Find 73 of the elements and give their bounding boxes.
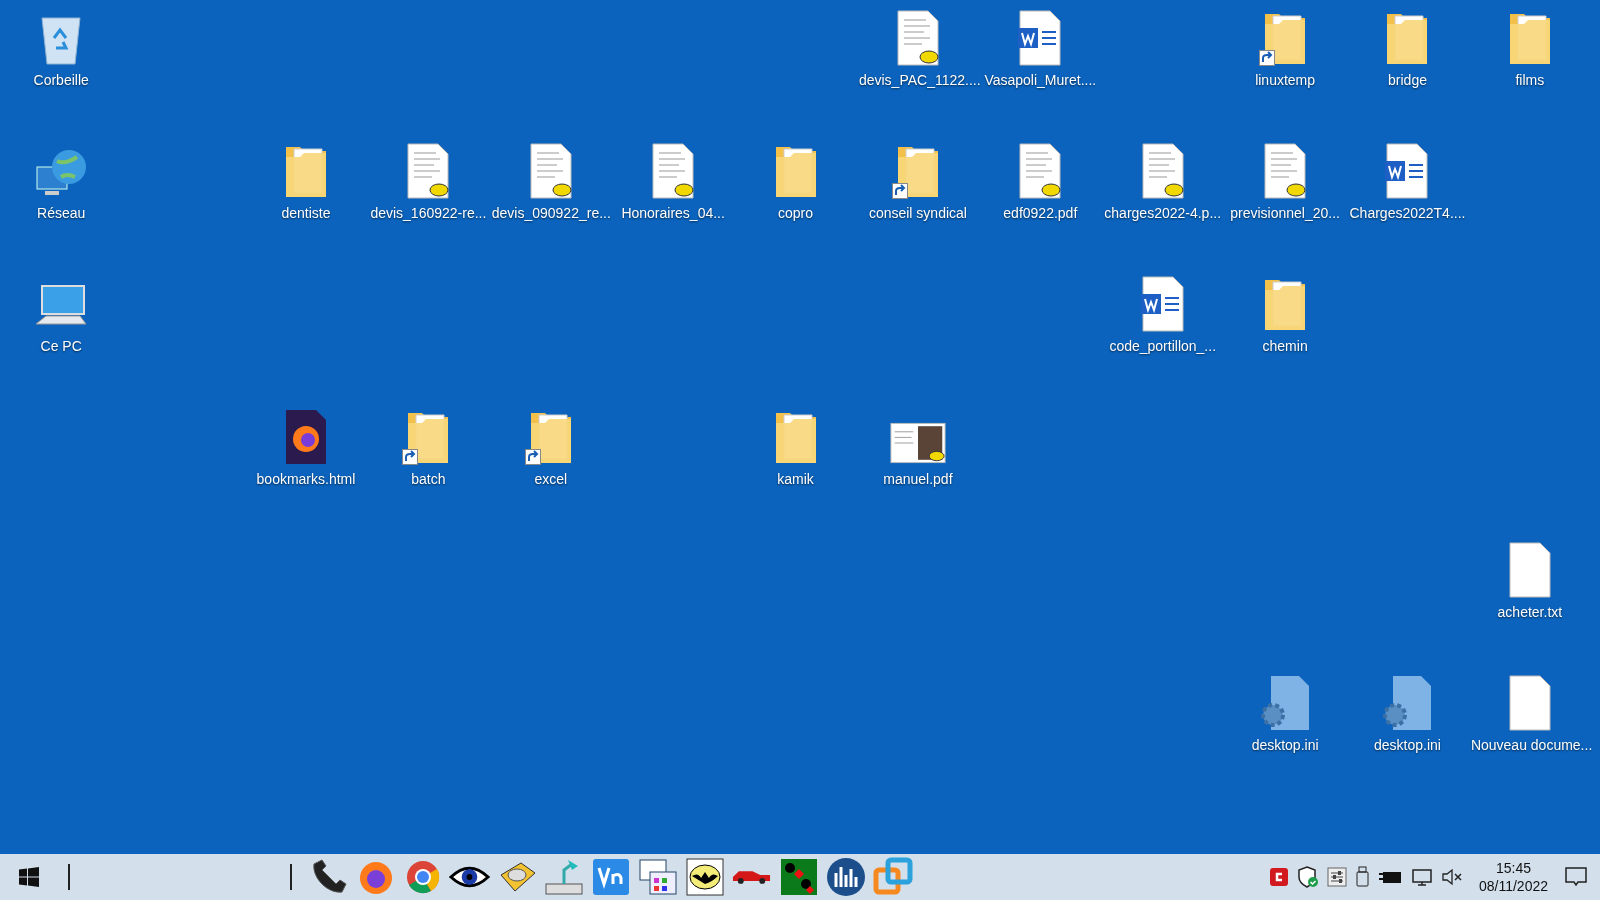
tray-button[interactable] <box>1440 868 1463 886</box>
pdf-document-icon <box>406 143 451 199</box>
icon-label[interactable]: code_portillon_... <box>1109 338 1217 354</box>
tray-button[interactable] <box>1410 867 1433 887</box>
overlapping-squares-icon <box>872 857 913 897</box>
pdf-document-icon <box>895 10 940 66</box>
word-document-icon <box>1385 143 1430 199</box>
bat-icon <box>685 858 724 896</box>
html-file-icon <box>283 409 328 465</box>
sliders-icon <box>1326 867 1347 887</box>
icon-label[interactable]: dentiste <box>281 205 331 221</box>
pdf-document-icon <box>651 143 696 199</box>
remote-viewer-icon <box>591 858 630 896</box>
icon-label[interactable]: acheter.txt <box>1497 604 1563 620</box>
tray-button[interactable] <box>1354 866 1371 888</box>
taskbar-app-button[interactable] <box>684 855 725 899</box>
icon-label[interactable]: desktop.ini <box>1374 737 1441 753</box>
text-file-icon <box>1507 542 1552 598</box>
icon-label[interactable]: manuel.pdf <box>883 471 953 487</box>
word-document-icon <box>1018 10 1063 66</box>
windows-logo-icon <box>19 867 39 887</box>
icon-label[interactable]: Réseau <box>37 205 86 221</box>
icon-label[interactable]: chemin <box>1262 338 1308 354</box>
pdf-document-icon <box>1263 143 1308 199</box>
icon-label[interactable]: copro <box>778 205 814 221</box>
icon-label[interactable]: desktop.ini <box>1251 737 1319 753</box>
icon-label[interactable]: devis_090922_re... <box>491 205 610 221</box>
icon-label[interactable]: edf0922.pdf <box>1003 205 1078 221</box>
icon-label[interactable]: bookmarks.html <box>256 471 356 487</box>
speech-bubble-icon <box>1564 866 1588 888</box>
icon-label[interactable]: Honoraires_04... <box>621 205 725 221</box>
icon-label[interactable]: charges2022-4.p... <box>1104 205 1222 221</box>
settings-file-icon <box>1381 675 1434 731</box>
icon-label[interactable]: previsionnel_20... <box>1230 205 1340 221</box>
clock[interactable]: 15:45 08/11/2022 <box>1470 861 1556 893</box>
icon-label[interactable]: films <box>1515 72 1545 88</box>
icon-label[interactable]: linuxtemp <box>1255 72 1316 88</box>
icon-label[interactable]: bridge <box>1388 72 1427 88</box>
app-windows-icon <box>637 858 678 896</box>
settings-file-icon <box>1259 675 1312 731</box>
icon-label[interactable]: kamik <box>777 471 814 487</box>
tray-button[interactable] <box>1326 867 1347 887</box>
taskbar-app-button[interactable] <box>825 855 866 899</box>
speaker-muted-icon <box>1440 868 1463 886</box>
pdf-document-icon <box>528 143 573 199</box>
tray-button[interactable] <box>1296 866 1319 888</box>
card-suits-icon <box>779 858 818 896</box>
pdf-document-icon <box>1140 143 1185 199</box>
bar-chart-icon <box>825 857 866 897</box>
shield-icon <box>1296 866 1319 888</box>
desk-lamp-icon <box>543 858 584 896</box>
monitor-icon <box>1410 867 1433 887</box>
icon-label[interactable]: Vasapoli_Muret.... <box>984 72 1097 88</box>
clock-date: 08/11/2022 <box>1478 879 1548 893</box>
car-icon <box>731 869 772 885</box>
tray-button[interactable] <box>1378 869 1403 885</box>
icon-label[interactable]: conseil syndical <box>868 205 967 221</box>
clock-time: 15:45 <box>1495 861 1531 875</box>
word-document-icon <box>1140 276 1185 332</box>
app-logo-icon <box>1268 867 1289 887</box>
battery-icon <box>1378 869 1403 885</box>
icon-label[interactable]: Ce PC <box>40 338 82 354</box>
text-file-icon <box>1507 675 1552 731</box>
pdf-thumbnail-icon <box>889 421 946 465</box>
icon-label[interactable]: Corbeille <box>33 72 89 88</box>
icon-label[interactable]: batch <box>411 471 446 487</box>
icon-label[interactable]: devis_160922-re... <box>370 205 487 221</box>
pdf-document-icon <box>1018 143 1063 199</box>
icon-label[interactable]: Nouveau docume... <box>1470 737 1589 753</box>
icon-label[interactable]: Charges2022T4.... <box>1349 205 1466 221</box>
notifications-button[interactable] <box>1564 866 1588 888</box>
icon-label[interactable]: excel <box>534 471 568 487</box>
usb-drive-icon <box>1354 866 1371 888</box>
